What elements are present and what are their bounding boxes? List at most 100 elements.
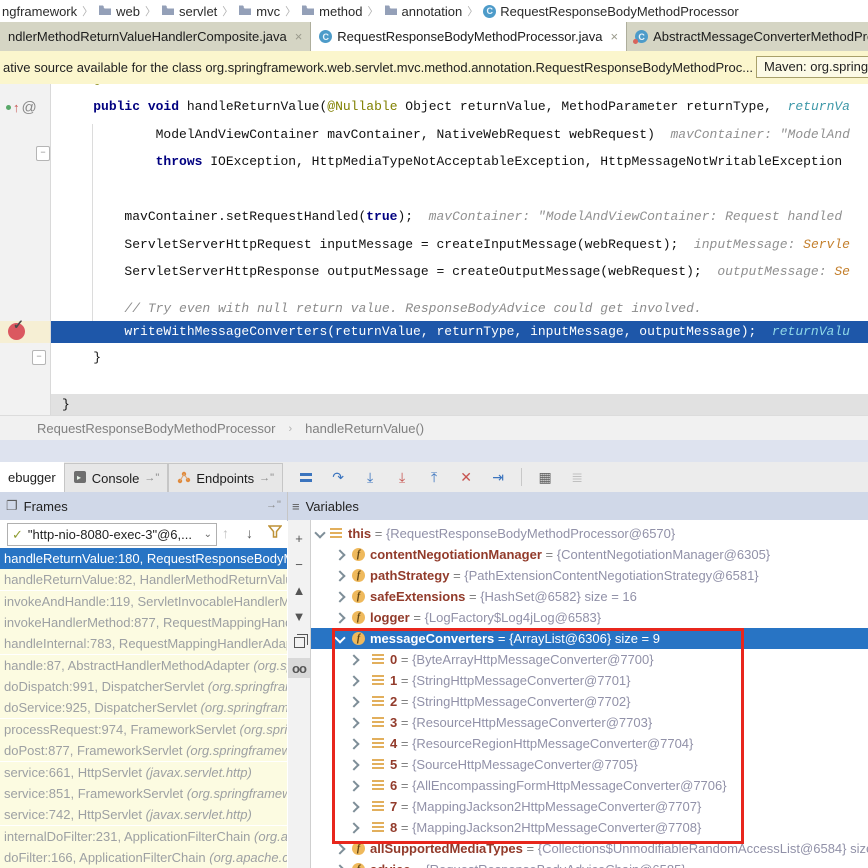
chevron-right-icon[interactable] [334, 570, 345, 581]
stack-frame-row[interactable]: processRequest:974, FrameworkServlet (or… [0, 719, 287, 740]
stack-frame-row[interactable]: handleReturnValue:82, HandlerMethodRetur… [0, 569, 287, 590]
frame-text: service:661, HttpServlet [4, 765, 146, 780]
code-line: } [62, 394, 70, 415]
layout-settings-icon[interactable]: ≣ [568, 468, 586, 486]
stack-frame-row[interactable]: handle:87, AbstractHandlerMethodAdapter … [0, 655, 287, 676]
fold-marker-icon[interactable]: − [36, 146, 50, 161]
debugger-inline-hint: mavContainer: "ModelAndViewContainer: Re… [413, 209, 842, 224]
variable-row[interactable]: flogger = {LogFactory$Log4jLog@6583} [311, 607, 868, 628]
variable-row[interactable]: fadvice = {RequestResponseBodyAdviceChai… [311, 859, 868, 868]
variable-row[interactable]: this = {RequestResponseBodyMethodProcess… [311, 523, 868, 544]
breadcrumb-method[interactable]: handleReturnValue() [305, 421, 424, 436]
variables-panel-icon: ≡ [292, 499, 300, 514]
breadcrumb-item-label: RequestResponseBodyMethodProcessor [500, 4, 738, 19]
stack-frame-row[interactable]: service:661, HttpServlet (javax.servlet.… [0, 762, 287, 783]
remove-watch-icon[interactable]: − [288, 554, 310, 574]
breadcrumb-item-RequestResponseBodyMethodProcessor[interactable]: CRequestResponseBodyMethodProcessor [483, 4, 738, 19]
override-marker[interactable]: ↑@ [6, 96, 37, 118]
editor-tab[interactable]: CAbstractMessageConverterMethodProc [627, 22, 868, 51]
stack-frame-row[interactable]: service:851, FrameworkServlet (org.sprin… [0, 783, 287, 804]
tool-window-tab-endpoints[interactable]: Endpoints→" [168, 463, 283, 492]
show-watches-icon[interactable]: oo [288, 658, 310, 678]
pin-icon[interactable]: →" [259, 472, 274, 484]
stack-frame-row[interactable]: doFilter:166, ApplicationFilterChain (or… [0, 847, 287, 868]
breadcrumb-class[interactable]: RequestResponseBodyMethodProcessor [37, 421, 275, 436]
chevron-right-icon[interactable] [334, 591, 345, 602]
frames-header-label: Frames [24, 499, 68, 514]
chevron-right-icon[interactable] [334, 843, 345, 854]
frame-package: (org.springframework.web.servlet) [187, 786, 287, 801]
code-line: throws IOException, HttpMediaTypeNotAcce… [62, 151, 842, 173]
stack-frame-row[interactable]: handleReturnValue:180, RequestResponseBo… [0, 548, 287, 569]
hamburger-icon[interactable] [297, 468, 315, 486]
close-icon[interactable]: × [295, 29, 303, 44]
drop-frame-icon[interactable]: ✕ [457, 468, 475, 486]
field-icon: f [352, 590, 365, 603]
move-down-icon[interactable]: ↓ [246, 525, 253, 541]
variable-name: pathStrategy [370, 568, 449, 583]
force-step-into-icon[interactable]: ⤓ [393, 468, 411, 486]
breadcrumb-item-method[interactable]: method [301, 4, 362, 19]
add-watch-icon[interactable]: + [288, 528, 310, 548]
chevron-right-icon[interactable] [334, 549, 345, 560]
thread-selector[interactable]: ✓"http-nio-8080-exec-3"@6,...⌄ [7, 523, 217, 546]
debugger-inline-hint: Servle [803, 237, 850, 252]
filter-icon[interactable] [268, 525, 282, 541]
breadcrumb-item-servlet[interactable]: servlet [161, 4, 217, 19]
stack-frame-row[interactable]: invokeHandlerMethod:877, RequestMappingH… [0, 612, 287, 633]
variable-row[interactable]: fpathStrategy = {PathExtensionContentNeg… [311, 565, 868, 586]
variable-row[interactable]: fsafeExtensions = {HashSet@6582} size = … [311, 586, 868, 607]
close-icon[interactable]: × [611, 29, 619, 44]
variable-value: {LogFactory$Log4jLog@6583} [425, 610, 602, 625]
debugger-inline-hint: returnValu [756, 324, 850, 339]
stack-frame-row[interactable]: service:742, HttpServlet (javax.servlet.… [0, 804, 287, 825]
tool-window-tab-console[interactable]: ▸Console→" [64, 463, 169, 492]
stack-frame-row[interactable]: invokeAndHandle:119, ServletInvocableHan… [0, 591, 287, 612]
chevron-right-icon[interactable] [334, 864, 345, 868]
breadcrumb-item-annotation[interactable]: annotation [384, 4, 463, 19]
tool-window-tab-ebugger[interactable]: ebugger [0, 462, 64, 492]
breadcrumb-separator-icon: 〉 [368, 3, 379, 19]
duplicate-watch-icon[interactable] [288, 632, 310, 652]
maven-library-button[interactable]: Maven: org.spring [756, 56, 868, 78]
run-to-cursor-icon[interactable]: ⇥ [489, 468, 507, 486]
step-into-icon[interactable]: ⤓ [361, 468, 379, 486]
chevron-down-icon[interactable] [314, 527, 325, 538]
breadcrumb-item-mvc[interactable]: mvc [238, 4, 280, 19]
step-over-icon[interactable]: ↷ [329, 468, 347, 486]
move-watch-down-icon[interactable]: ▼ [288, 606, 310, 626]
variable-size: size [847, 841, 868, 856]
pin-icon[interactable]: →" [144, 472, 159, 484]
folder-icon [238, 4, 252, 19]
frame-text: service:851, FrameworkServlet [4, 786, 187, 801]
frame-package: (javax.servlet.http) [146, 807, 252, 822]
evaluate-expression-icon[interactable]: ▦ [536, 468, 554, 486]
field-icon: f [352, 611, 365, 624]
breadcrumb-item-web[interactable]: web [98, 4, 140, 19]
debugger-inline-hint: outputMessage: [702, 264, 835, 279]
move-up-icon[interactable]: ↑ [222, 525, 229, 541]
chevron-right-icon[interactable] [334, 612, 345, 623]
tab-label: ebugger [8, 470, 56, 485]
stack-frame-row[interactable]: handleInternal:783, RequestMappingHandle… [0, 633, 287, 654]
code-text: throws [156, 154, 203, 169]
breadcrumb-item-ngframework[interactable]: ngframework [2, 4, 77, 19]
frame-text: doService:925, DispatcherServlet [4, 700, 201, 715]
stack-frame-row[interactable]: doService:925, DispatcherServlet (org.sp… [0, 697, 287, 718]
editor-gutter[interactable]: ✓ ↑@ − − [0, 84, 51, 415]
fold-marker-icon[interactable]: − [32, 350, 46, 365]
pin-icon[interactable]: →" [266, 499, 281, 511]
step-out-icon[interactable]: ⤒ [425, 468, 443, 486]
editor-tab[interactable]: CRequestResponseBodyMethodProcessor.java… [311, 22, 627, 51]
thread-name: "http-nio-8080-exec-3"@6,... [28, 527, 192, 542]
stack-frame-row[interactable]: doPost:877, FrameworkServlet (org.spring… [0, 740, 287, 761]
stack-frame-row[interactable]: internalDoFilter:231, ApplicationFilterC… [0, 826, 287, 847]
breakpoint-check-icon: ✓ [13, 317, 24, 333]
code-editor[interactable]: @Override public void handleReturnValue(… [0, 84, 868, 415]
frames-panel[interactable]: ✓"http-nio-8080-exec-3"@6,...⌄ ↑ ↓ handleRe… [0, 520, 287, 868]
move-watch-up-icon[interactable]: ▲ [288, 580, 310, 600]
stack-frame-row[interactable]: doDispatch:991, DispatcherServlet (org.s… [0, 676, 287, 697]
breakpoint-icon[interactable]: ✓ [8, 323, 25, 340]
editor-tab[interactable]: ndlerMethodReturnValueHandlerComposite.j… [0, 22, 311, 51]
variable-row[interactable]: fcontentNegotiationManager = {ContentNeg… [311, 544, 868, 565]
